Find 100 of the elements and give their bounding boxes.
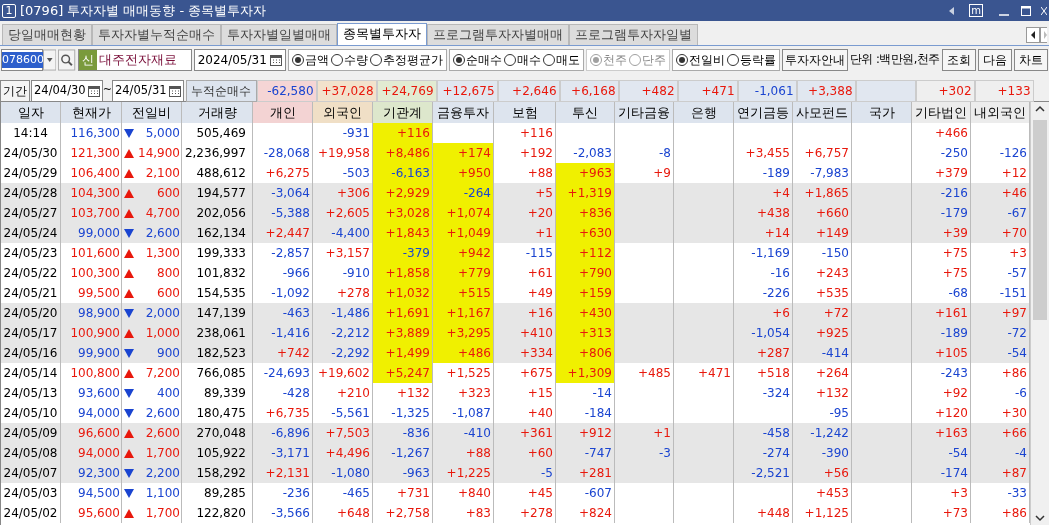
table-cell-text: +2,758 <box>385 505 430 522</box>
table-cell-text: +88 <box>465 445 491 462</box>
m-button[interactable]: m <box>969 4 983 17</box>
close-icon[interactable] <box>1041 5 1047 16</box>
table-cell-text: +6,735 <box>265 405 310 422</box>
table-cell-text: -836 <box>402 425 430 442</box>
table-cell-text: 800 <box>157 265 180 282</box>
table-cell-text: -274 <box>762 445 790 462</box>
column-header[interactable]: 내외국인 <box>971 102 1030 123</box>
column-header[interactable]: 기타금융 <box>615 102 674 123</box>
radio-label: 매수 <box>516 52 541 69</box>
table-cell-text: -3,171 <box>271 445 310 462</box>
radio-label: 금액 <box>304 52 329 69</box>
table-cell-text: 7,200 <box>145 365 180 382</box>
table-cell-text: +466 <box>935 125 968 142</box>
scrollbar[interactable] <box>1030 102 1049 525</box>
column-header[interactable]: 전일비 <box>122 102 182 123</box>
table-cell-text: +30 <box>1001 405 1027 422</box>
column-header[interactable]: 투신 <box>556 102 615 123</box>
table-cell-text: +15 <box>527 385 553 402</box>
radio-label: 천주 <box>602 52 627 69</box>
table-cell-text: -2,292 <box>331 345 370 362</box>
column-header[interactable]: 금융투자 <box>433 102 494 123</box>
toolbar-button[interactable]: 차트 <box>1014 49 1048 71</box>
table-cell-text: +2,605 <box>325 205 370 222</box>
table-cell-text: -410 <box>463 425 491 442</box>
table-cell-text: -264 <box>463 185 491 202</box>
table-cell-text: +83 <box>465 505 491 522</box>
table-cell-text: +840 <box>458 485 491 502</box>
table-cell-text: +806 <box>579 345 612 362</box>
tab[interactable]: 프로그램투자자별매매 <box>427 24 569 45</box>
table-cell-text: +2,929 <box>385 185 430 202</box>
table-cell-text: +438 <box>757 205 790 222</box>
toolbar-button[interactable]: 조회 <box>942 49 976 71</box>
search-icon[interactable] <box>58 49 76 71</box>
table-cell-text: -16 <box>770 265 790 282</box>
table-cell-text: +14 <box>764 225 790 242</box>
caret-left-icon[interactable] <box>949 6 956 15</box>
table-cell-text: -72 <box>1007 325 1027 342</box>
table-cell-text: -6,896 <box>271 425 310 442</box>
tab[interactable]: 투자자별일별매매 <box>221 24 337 45</box>
column-header[interactable]: 사모펀드 <box>793 102 852 123</box>
table-cell-text: -465 <box>342 485 370 502</box>
radio-label: 수량 <box>343 52 368 69</box>
table-cell-text: -126 <box>999 145 1027 162</box>
summary-cell: +37,028 <box>316 79 377 102</box>
column-header[interactable]: 은행 <box>674 102 734 123</box>
table-cell-text: -7,983 <box>810 165 849 182</box>
maximize-icon[interactable] <box>1021 5 1031 16</box>
radio-label: 매도 <box>555 52 580 69</box>
table-cell-text: +430 <box>579 305 612 322</box>
radio-button[interactable] <box>291 54 304 66</box>
radio-label: 추정평균가 <box>382 52 443 69</box>
radio-button[interactable] <box>452 54 465 66</box>
column-header[interactable]: 일자 <box>1 102 61 123</box>
column-header[interactable]: 개인 <box>253 102 313 123</box>
column-header[interactable]: 국가 <box>852 102 912 123</box>
table-cell-text: +1,309 <box>567 365 612 382</box>
table-cell-text: -54 <box>1007 345 1027 362</box>
radio-button[interactable] <box>503 54 516 66</box>
table-cell-text: -28,068 <box>263 145 310 162</box>
table-cell-text: +72 <box>823 305 849 322</box>
table-cell-text: +2,447 <box>265 225 310 242</box>
stock-code-field[interactable]: 078600 <box>1 49 43 71</box>
investor-guide-button[interactable]: 투자자안내 <box>781 49 848 71</box>
column-header[interactable]: 현재가 <box>61 102 122 123</box>
column-header[interactable]: 기타법인 <box>912 102 971 123</box>
table-cell-text: +264 <box>816 365 849 382</box>
table-cell-text: +1,225 <box>446 465 491 482</box>
table-cell-text: +1,525 <box>446 365 491 382</box>
column-header[interactable]: 기관계 <box>373 102 433 123</box>
table-cell-text: +3,455 <box>745 145 790 162</box>
stock-name: 대주전자재료 <box>97 51 178 70</box>
table-cell-text: -1,087 <box>452 405 491 422</box>
radio-button[interactable] <box>369 54 382 66</box>
radio-button[interactable] <box>542 54 555 66</box>
table-cell-text: +471 <box>698 365 731 382</box>
toolbar-button[interactable]: 다음 <box>978 49 1012 71</box>
tab[interactable]: 프로그램투자자일별 <box>569 24 698 45</box>
table-cell-text: 1,700 <box>145 505 180 522</box>
table-cell-text: -390 <box>821 445 849 462</box>
table-cell-text: +132 <box>397 385 430 402</box>
table-cell-text: -4 <box>1015 445 1027 462</box>
column-header[interactable]: 외국인 <box>313 102 373 123</box>
table-cell-text: +92 <box>942 385 968 402</box>
table-cell-text: 2,600 <box>145 405 180 422</box>
table-cell-text: +963 <box>579 165 612 182</box>
table-cell-text: -236 <box>282 485 310 502</box>
tab[interactable]: 종목별투자자 <box>337 23 427 45</box>
tab[interactable]: 투자자별누적순매수 <box>92 24 221 45</box>
column-header[interactable]: 연기금등 <box>734 102 793 123</box>
tab[interactable]: 당일매매현황 <box>2 24 92 45</box>
table-cell-text: +3,028 <box>385 205 430 222</box>
radio-button[interactable] <box>726 54 739 66</box>
column-header[interactable]: 거래량 <box>182 102 253 123</box>
radio-button[interactable] <box>675 54 688 66</box>
column-header[interactable]: 보험 <box>494 102 556 123</box>
radio-button[interactable] <box>330 54 343 66</box>
table-cell-text: -3,064 <box>271 185 310 202</box>
table-cell-text: -1,092 <box>271 285 310 302</box>
